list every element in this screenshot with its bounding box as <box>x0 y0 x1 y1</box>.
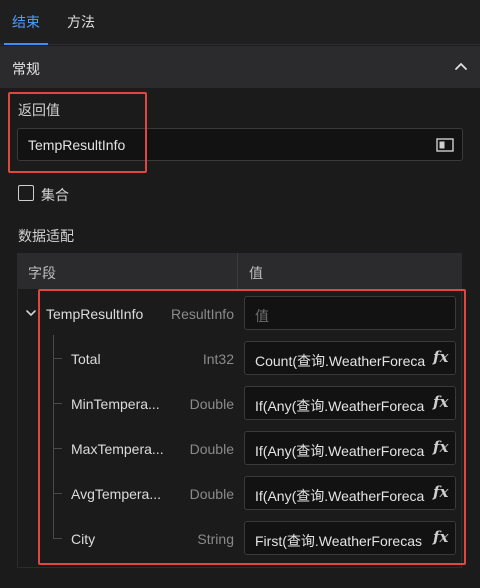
fx-button[interactable]: fx <box>429 342 455 374</box>
return-value-text: TempResultInfo <box>28 137 126 153</box>
field-type: Int32 <box>202 351 234 367</box>
chevron-up-icon[interactable] <box>452 58 470 76</box>
table-row-root[interactable]: TempResultInfo ResultInfo 值 <box>0 291 480 336</box>
column-divider[interactable] <box>237 253 238 289</box>
field-type: Double <box>189 396 234 412</box>
expression-input[interactable]: If(Any(查询.WeatherForeca fx <box>244 386 456 420</box>
field-name: MinTempera... <box>71 396 160 412</box>
fx-icon: fx <box>433 483 449 501</box>
table-row[interactable]: City String First(查询.WeatherForecas fx <box>0 516 480 561</box>
fx-icon: fx <box>433 528 449 546</box>
table-row[interactable]: MinTempera... Double If(Any(查询.WeatherFo… <box>0 381 480 426</box>
fx-button[interactable]: fx <box>429 387 455 419</box>
expression-text: Count(查询.WeatherForeca <box>255 353 426 369</box>
expression-text: If(Any(查询.WeatherForeca <box>255 398 425 414</box>
return-value-field[interactable]: TempResultInfo <box>17 128 463 161</box>
value-input[interactable]: 值 <box>244 296 456 330</box>
fx-icon: fx <box>433 393 449 411</box>
tab-bar: 结束 方法 <box>0 0 480 45</box>
field-type: Double <box>189 486 234 502</box>
field-type: Double <box>189 441 234 457</box>
column-header-value: 值 <box>249 265 263 281</box>
fx-icon: fx <box>433 438 449 456</box>
value-placeholder: 值 <box>255 308 269 324</box>
data-mapping-label: 数据适配 <box>18 228 74 244</box>
panel-icon[interactable] <box>436 138 454 152</box>
expression-text: If(Any(查询.WeatherForeca <box>255 443 425 459</box>
return-value-label: 返回值 <box>18 102 60 118</box>
expression-input[interactable]: Count(查询.WeatherForeca fx <box>244 341 456 375</box>
fx-button[interactable]: fx <box>429 522 455 554</box>
column-header-field: 字段 <box>28 265 56 281</box>
fx-button[interactable]: fx <box>429 477 455 509</box>
fx-button[interactable]: fx <box>429 432 455 464</box>
table-row[interactable]: MaxTempera... Double If(Any(查询.WeatherFo… <box>0 426 480 471</box>
collection-label: 集合 <box>41 187 69 203</box>
fx-icon: fx <box>433 348 449 366</box>
chevron-down-icon[interactable] <box>25 308 37 318</box>
expression-text: If(Any(查询.WeatherForeca <box>255 488 425 504</box>
expression-input[interactable]: If(Any(查询.WeatherForeca fx <box>244 431 456 465</box>
section-title: 常规 <box>12 61 40 77</box>
mapping-table-header: 字段 值 <box>17 253 462 289</box>
table-row[interactable]: Total Int32 Count(查询.WeatherForeca fx <box>0 336 480 381</box>
tab-end[interactable]: 结束 <box>0 0 52 45</box>
field-name: Total <box>71 351 101 367</box>
expression-text: First(查询.WeatherForecas <box>255 533 422 549</box>
general-section-header[interactable]: 常规 <box>0 46 480 88</box>
expression-input[interactable]: If(Any(查询.WeatherForeca fx <box>244 476 456 510</box>
field-type: ResultInfo <box>170 306 234 322</box>
table-row[interactable]: AvgTempera... Double If(Any(查询.WeatherFo… <box>0 471 480 516</box>
tab-method[interactable]: 方法 <box>67 0 95 45</box>
collection-checkbox[interactable] <box>18 185 34 201</box>
expression-input[interactable]: First(查询.WeatherForecas fx <box>244 521 456 555</box>
field-name: City <box>71 531 96 547</box>
field-type: String <box>197 531 234 547</box>
field-name: AvgTempera... <box>71 486 162 502</box>
field-name: TempResultInfo <box>46 306 144 322</box>
